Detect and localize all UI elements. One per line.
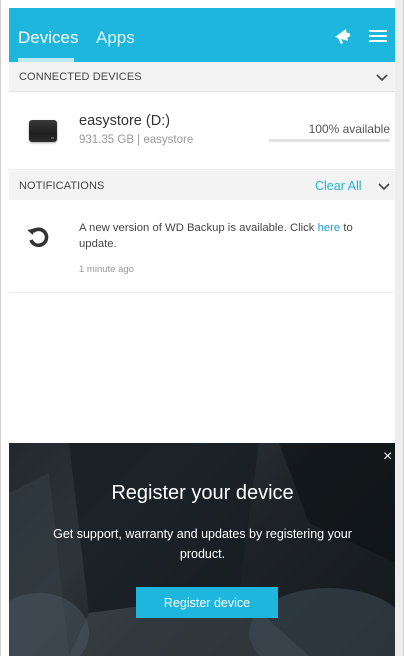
banner-text: Get support, warranty and updates by reg… <box>53 527 352 561</box>
banner-title: Register your device <box>111 482 294 504</box>
connected-devices-title: CONNECTED DEVICES <box>19 71 142 83</box>
tab-apps[interactable]: Apps <box>96 28 135 48</box>
device-row[interactable]: easystore (D:) 931.35 GB | easystore 100… <box>9 92 396 170</box>
chevron-down-icon[interactable] <box>377 180 391 192</box>
availability-bar <box>269 139 390 142</box>
update-refresh-icon <box>25 224 51 250</box>
register-banner: × Register your device Get support, warr… <box>9 443 396 656</box>
close-icon[interactable]: × <box>383 449 392 465</box>
tab-devices[interactable]: Devices <box>18 28 78 48</box>
device-name: easystore (D:) <box>79 113 171 129</box>
megaphone-icon[interactable] <box>331 24 355 48</box>
notifications-header: NOTIFICATIONS Clear All <box>9 171 396 201</box>
clear-all-link[interactable]: Clear All <box>315 179 362 193</box>
app-header: Devices Apps <box>9 8 396 62</box>
hard-drive-icon <box>29 120 57 142</box>
window-edge <box>395 0 403 656</box>
notification-text-before: A new version of WD Backup is available.… <box>79 222 318 234</box>
update-here-link[interactable]: here <box>318 222 341 234</box>
register-device-button[interactable]: Register device <box>136 587 278 618</box>
wd-backup-window: Devices Apps CONNECTED DEVICES easystore… <box>0 0 404 656</box>
notification-time: 1 minute ago <box>79 264 134 275</box>
chevron-down-icon[interactable] <box>375 71 389 83</box>
notification-item: A new version of WD Backup is available.… <box>9 200 396 293</box>
device-availability: 100% available <box>308 122 390 136</box>
connected-devices-header[interactable]: CONNECTED DEVICES <box>9 62 396 92</box>
device-meta: 931.35 GB | easystore <box>79 134 194 146</box>
notification-text: A new version of WD Backup is available.… <box>79 220 369 252</box>
notifications-title: NOTIFICATIONS <box>19 180 105 192</box>
menu-icon[interactable] <box>366 24 390 48</box>
